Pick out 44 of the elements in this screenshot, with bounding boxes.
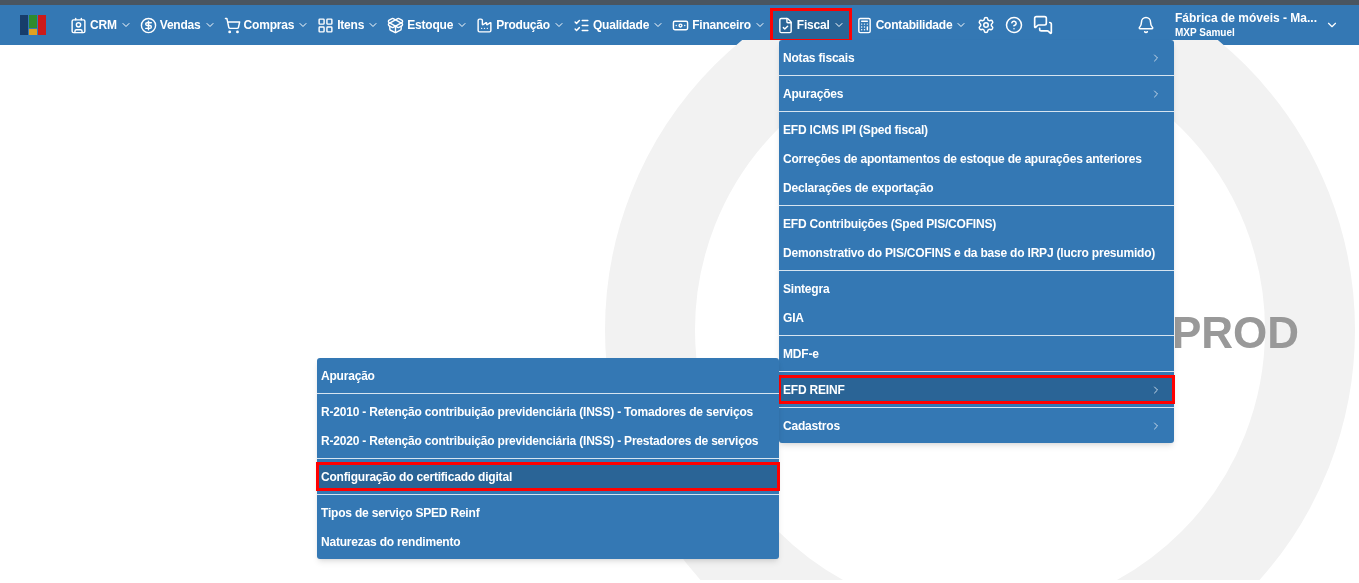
logo-icon xyxy=(20,15,46,35)
user-name: MXP Samuel xyxy=(1174,26,1236,39)
nav-menu[interactable]: CRM xyxy=(66,8,136,42)
calculator-icon xyxy=(855,16,873,34)
menu-item[interactable]: EFD Contribuições (Sped PIS/COFINS) xyxy=(779,209,1174,238)
nav-menu[interactable]: Vendas xyxy=(135,8,220,42)
menu-item[interactable]: Apurações xyxy=(779,79,1174,108)
menu-item[interactable]: Sintegra xyxy=(779,274,1174,303)
nav-menu[interactable]: Itens xyxy=(313,8,384,42)
menu-item[interactable]: Notas fiscais xyxy=(779,43,1174,72)
cart-icon xyxy=(223,16,241,34)
menu-item[interactable]: Configuração do certificado digital xyxy=(316,462,780,491)
environment-label: PROD xyxy=(1172,307,1300,359)
nav-menu[interactable]: Fiscal xyxy=(769,8,852,42)
menu-item[interactable]: Cadastros xyxy=(779,411,1174,440)
nav-menu[interactable]: Compras xyxy=(219,8,314,42)
menu-item[interactable]: Apuração xyxy=(317,361,779,390)
chat-icon[interactable] xyxy=(1033,15,1054,35)
menu-item[interactable]: R-2020 - Retenção contribuição previdenciária (INSS) - Prestadores de serviços xyxy=(317,426,779,455)
menu-item[interactable]: EFD REINF xyxy=(778,375,1175,404)
dollar-coin-icon xyxy=(139,16,157,34)
menu-item[interactable]: MDF-e xyxy=(779,339,1174,368)
grid-icon xyxy=(317,16,335,34)
factory-icon xyxy=(476,16,494,34)
menu-item[interactable]: Tipos de serviço SPED Reinf xyxy=(317,498,779,527)
menu-item[interactable]: EFD ICMS IPI (Sped fiscal) xyxy=(779,115,1174,144)
menu-item[interactable]: Declarações de exportação xyxy=(779,173,1174,202)
settings-icon[interactable] xyxy=(977,16,996,34)
file-check-icon xyxy=(776,16,794,34)
menu-item[interactable]: Naturezas do rendimento xyxy=(317,527,779,556)
nav-menu[interactable]: Contabilidade xyxy=(851,8,972,42)
nav-menu[interactable]: Produção xyxy=(472,8,569,42)
company-name[interactable]: Fábrica de móveis - Ma... xyxy=(1174,11,1317,26)
nav-menu[interactable]: Estoque xyxy=(383,8,473,42)
nav-menu[interactable]: Qualidade xyxy=(568,8,669,42)
contact-card-icon xyxy=(70,16,87,34)
nav-menu[interactable]: Financeiro xyxy=(668,8,770,42)
menu-item[interactable]: R-2010 - Retenção contribuição previdenciária (INSS) - Tomadores de serviços xyxy=(317,397,779,426)
help-icon[interactable] xyxy=(1005,16,1024,34)
notification-icon[interactable] xyxy=(1136,16,1155,34)
menu-item[interactable]: Demonstrativo do PIS/COFINS e da base do IRPJ (lucro presumido) xyxy=(779,238,1174,267)
package-icon xyxy=(387,16,405,34)
menu-item[interactable]: Correções de apontamentos de estoque de apurações anteriores xyxy=(779,144,1174,173)
menu-item[interactable]: GIA xyxy=(779,303,1174,332)
